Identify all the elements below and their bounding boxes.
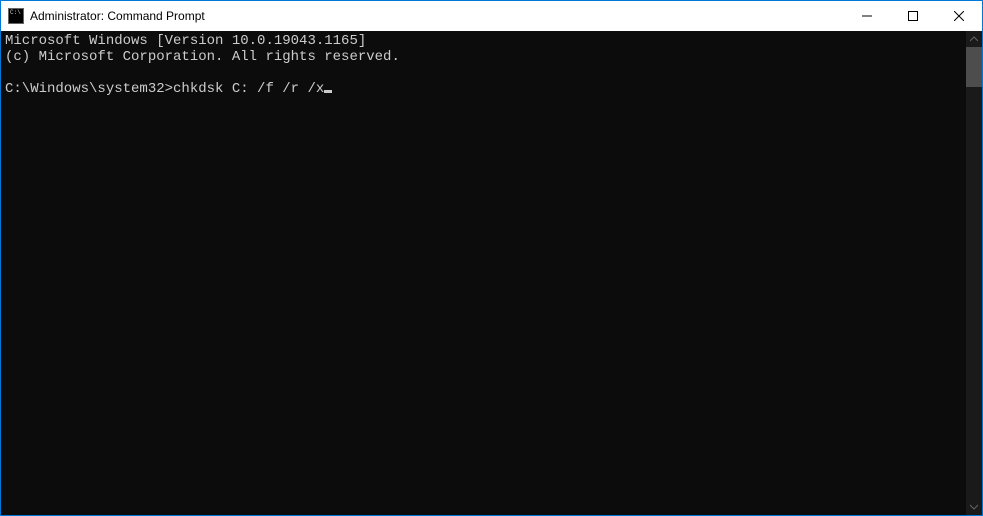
typed-command: chkdsk C: /f /r /x: [173, 81, 324, 97]
title-bar[interactable]: Administrator: Command Prompt: [1, 1, 982, 31]
scroll-track[interactable]: [966, 47, 982, 499]
minimize-icon: [862, 11, 872, 21]
command-prompt-window: Administrator: Command Prompt Microsoft …: [0, 0, 983, 516]
vertical-scrollbar[interactable]: [966, 31, 982, 515]
maximize-icon: [908, 11, 918, 21]
window-title: Administrator: Command Prompt: [30, 9, 844, 23]
scroll-thumb[interactable]: [966, 47, 982, 87]
maximize-button[interactable]: [890, 1, 936, 31]
content-area: Microsoft Windows [Version 10.0.19043.11…: [1, 31, 982, 515]
prompt-path: C:\Windows\system32>: [5, 81, 173, 97]
prompt-line: C:\Windows\system32>chkdsk C: /f /r /x: [5, 81, 332, 97]
scroll-up-button[interactable]: [966, 31, 982, 47]
cmd-icon: [8, 8, 24, 24]
cursor: [324, 90, 332, 93]
minimize-button[interactable]: [844, 1, 890, 31]
version-line: Microsoft Windows [Version 10.0.19043.11…: [5, 33, 366, 49]
scroll-down-button[interactable]: [966, 499, 982, 515]
terminal-output[interactable]: Microsoft Windows [Version 10.0.19043.11…: [1, 31, 966, 515]
copyright-line: (c) Microsoft Corporation. All rights re…: [5, 49, 400, 65]
window-controls: [844, 1, 982, 31]
close-icon: [954, 11, 964, 21]
chevron-up-icon: [970, 35, 978, 43]
chevron-down-icon: [970, 503, 978, 511]
close-button[interactable]: [936, 1, 982, 31]
